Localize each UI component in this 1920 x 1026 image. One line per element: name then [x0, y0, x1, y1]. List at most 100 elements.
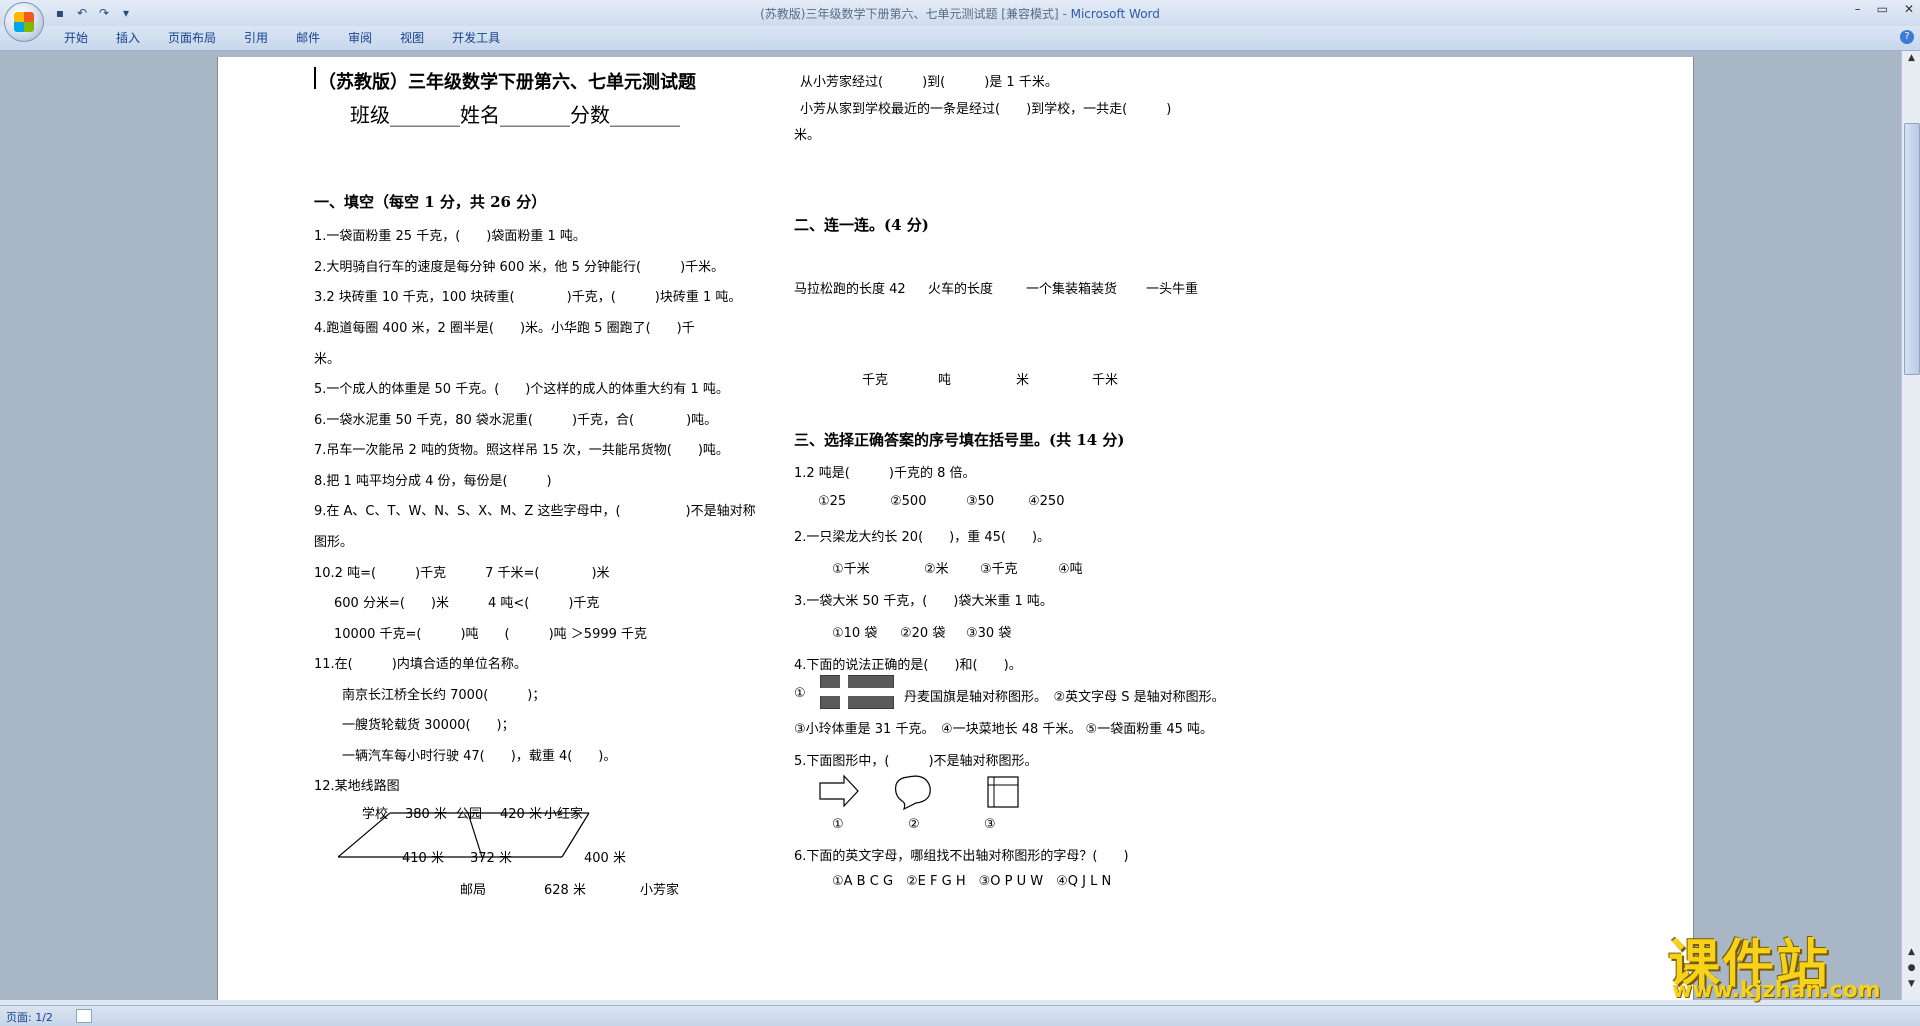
document-page[interactable]: （苏教版）三年级数学下册第六、七单元测试题 班级_______姓名_______…	[217, 57, 1694, 1001]
question-6: 6.一袋水泥重 50 千克，80 袋水泥重( )千克，合( )吨。	[314, 413, 718, 428]
proofing-icon[interactable]	[76, 1009, 92, 1023]
route-label-post: 邮局	[460, 883, 487, 898]
choice-2-opt-4: ④吨	[1058, 562, 1083, 577]
match-top-3: 一个集装箱装货	[1026, 282, 1118, 297]
question-10b: 600 分米=( )米 4 吨<( )千克	[334, 596, 600, 611]
route-question-2-cont: 米。	[794, 128, 821, 143]
choice-5-label-3: ③	[984, 817, 996, 832]
question-1: 1.一袋面粉重 25 千克，( )袋面粉重 1 吨。	[314, 229, 586, 244]
office-logo-icon	[14, 12, 34, 32]
choice-3-opt-3: ③30 袋	[966, 626, 1012, 641]
route-label-d6: 628 米	[544, 883, 586, 898]
match-top-4: 一头牛重	[1146, 282, 1199, 297]
question-10a: 10.2 吨=( )千克 7 千米=( )米	[314, 566, 610, 581]
question-12: 12.某地线路图	[314, 779, 400, 794]
office-button[interactable]	[4, 2, 44, 42]
question-3: 3.2 块砖重 10 千克，100 块砖重( )千克，( )块砖重 1 吨。	[314, 290, 742, 305]
choice-1-opt-2: ②500	[890, 494, 927, 509]
route-label-school: 学校	[362, 807, 389, 822]
question-4-cont: 米。	[314, 352, 341, 367]
question-11b: 一艘货轮载货 30000( )；	[342, 718, 515, 733]
section-3-heading: 三、选择正确答案的序号填在括号里。(共 14 分)	[794, 431, 1125, 449]
match-bottom-2: 吨	[938, 373, 952, 388]
route-label-d1: 380 米	[405, 807, 447, 822]
scroll-up-icon[interactable]: ▲	[1904, 53, 1919, 67]
speech-bubble-icon	[895, 775, 931, 811]
question-11c: 一辆汽车每小时行驶 47( )，载重 4( )。	[342, 749, 617, 764]
help-icon[interactable]: ?	[1900, 30, 1914, 44]
question-8: 8.把 1 吨平均分成 4 份，每份是( )	[314, 474, 552, 489]
danish-flag-image	[820, 675, 894, 709]
choice-4: 4.下面的说法正确的是( )和( )。	[794, 658, 1022, 673]
choice-2-opt-3: ③千克	[980, 562, 1018, 577]
choice-5-figures	[819, 774, 1019, 811]
watermark-url-text: www.kjzhan.com	[1672, 978, 1881, 1003]
tab-review[interactable]: 审阅	[334, 30, 386, 46]
question-2: 2.大明骑自行车的速度是每分钟 600 米，他 5 分钟能行( )千米。	[314, 260, 725, 275]
choice-4-text-a: 丹麦国旗是轴对称图形。 ②英文字母 S 是轴对称图形。	[904, 690, 1225, 705]
tab-insert[interactable]: 插入	[102, 30, 154, 46]
maximize-icon[interactable]: ▭	[1877, 2, 1888, 16]
choice-6: 6.下面的英文字母，哪组找不出轴对称图形的字母？( )	[794, 849, 1129, 864]
route-label-d5: 400 米	[584, 851, 626, 866]
choice-1-opt-3: ③50	[966, 494, 995, 509]
match-top-1: 马拉松跑的长度 42	[794, 282, 906, 297]
site-watermark: 课件站 www.kjzhan.com	[1668, 922, 1914, 1003]
arrow-shape-icon	[819, 774, 859, 808]
route-label-d4: 372 米	[470, 851, 512, 866]
route-label-d3: 410 米	[402, 851, 444, 866]
document-area: （苏教版）三年级数学下册第六、七单元测试题 班级_______姓名_______…	[0, 51, 1901, 1001]
choice-3-opt-1: ①10 袋	[832, 626, 878, 641]
tab-page-layout[interactable]: 页面布局	[154, 30, 230, 46]
text-cursor	[314, 67, 316, 89]
section-2-heading: 二、连一连。(4 分)	[794, 216, 929, 234]
tab-home[interactable]: 开始	[50, 30, 102, 46]
choice-1-opt-1: ①25	[818, 494, 847, 509]
doc-subtitle: 班级_______姓名_______分数_______	[350, 103, 680, 127]
route-label-park: 公园	[456, 807, 483, 822]
status-bar: 页面: 1/2	[0, 1005, 1920, 1026]
choice-5-label-2: ②	[908, 817, 920, 832]
match-bottom-3: 米	[1016, 373, 1030, 388]
route-question-2: 小芳从家到学校最近的一条是经过( )到学校，一共走( )	[800, 102, 1172, 117]
question-9: 9.在 A、C、T、W、N、S、X、M、Z 这些字母中，( )不是轴对称	[314, 504, 756, 519]
choice-1: 1.2 吨是( )千克的 8 倍。	[794, 466, 976, 481]
match-bottom-1: 千克	[862, 373, 889, 388]
tab-mailings[interactable]: 邮件	[282, 30, 334, 46]
scrollbar-thumb[interactable]	[1904, 123, 1920, 375]
page-indicator[interactable]: 页面: 1/2	[6, 1009, 53, 1025]
question-4: 4.跑道每圈 400 米，2 圈半是( )米。小华跑 5 圈跑了( )千	[314, 321, 695, 336]
book-shape-icon	[987, 776, 1019, 808]
choice-5-label-1: ①	[832, 817, 844, 832]
route-label-d2: 420 米	[500, 807, 542, 822]
tab-developer[interactable]: 开发工具	[438, 30, 514, 46]
choice-4-opt-1-num: ①	[794, 686, 806, 701]
match-bottom-4: 千米	[1092, 373, 1119, 388]
close-icon[interactable]: ✕	[1904, 2, 1914, 16]
choice-4-text-b: ③小玲体重是 31 千克。 ④一块菜地长 48 千米。 ⑤一袋面粉重 45 吨。	[794, 722, 1214, 737]
choice-6-options: ①A B C G ②E F G H ③O P U W ④Q J L N	[832, 874, 1112, 889]
choice-1-opt-4: ④250	[1028, 494, 1065, 509]
tab-view[interactable]: 视图	[386, 30, 438, 46]
window-title: (苏教版)三年级数学下册第六、七单元测试题 [兼容模式] - Microsoft…	[760, 7, 1160, 21]
match-top-2: 火车的长度	[928, 282, 994, 297]
ribbon-tab-bar: 开始 插入 页面布局 引用 邮件 审阅 视图 开发工具	[0, 26, 1920, 51]
window-controls: – ▭ ✕	[1855, 2, 1914, 16]
tab-references[interactable]: 引用	[230, 30, 282, 46]
vertical-scrollbar[interactable]: ▲ ▲ ● ▼	[1901, 51, 1920, 1000]
question-11: 11.在( )内填合适的单位名称。	[314, 657, 527, 672]
route-label-xiaofang: 小芳家	[640, 883, 680, 898]
choice-5: 5.下面图形中，( )不是轴对称图形。	[794, 754, 1038, 769]
title-bar: ▪ ↶ ↷ ▾ (苏教版)三年级数学下册第六、七单元测试题 [兼容模式] - M…	[0, 0, 1920, 26]
section-1-heading: 一、填空（每空 1 分，共 26 分）	[314, 193, 547, 211]
question-7: 7.吊车一次能吊 2 吨的货物。照这样吊 15 次，一共能吊货物( )吨。	[314, 443, 729, 458]
choice-2-opt-1: ①千米	[832, 562, 870, 577]
route-question-1: 从小芳家经过( )到( )是 1 千米。	[800, 75, 1058, 90]
question-5: 5.一个成人的体重是 50 千克。( )个这样的成人的体重大约有 1 吨。	[314, 382, 729, 397]
minimize-icon[interactable]: –	[1855, 2, 1861, 16]
choice-3-opt-2: ②20 袋	[900, 626, 946, 641]
choice-2-opt-2: ②米	[924, 562, 949, 577]
doc-title: （苏教版）三年级数学下册第六、七单元测试题	[318, 72, 696, 93]
choice-3: 3.一袋大米 50 千克，( )袋大米重 1 吨。	[794, 594, 1053, 609]
question-11a: 南京长江桥全长约 7000( )；	[342, 688, 546, 703]
